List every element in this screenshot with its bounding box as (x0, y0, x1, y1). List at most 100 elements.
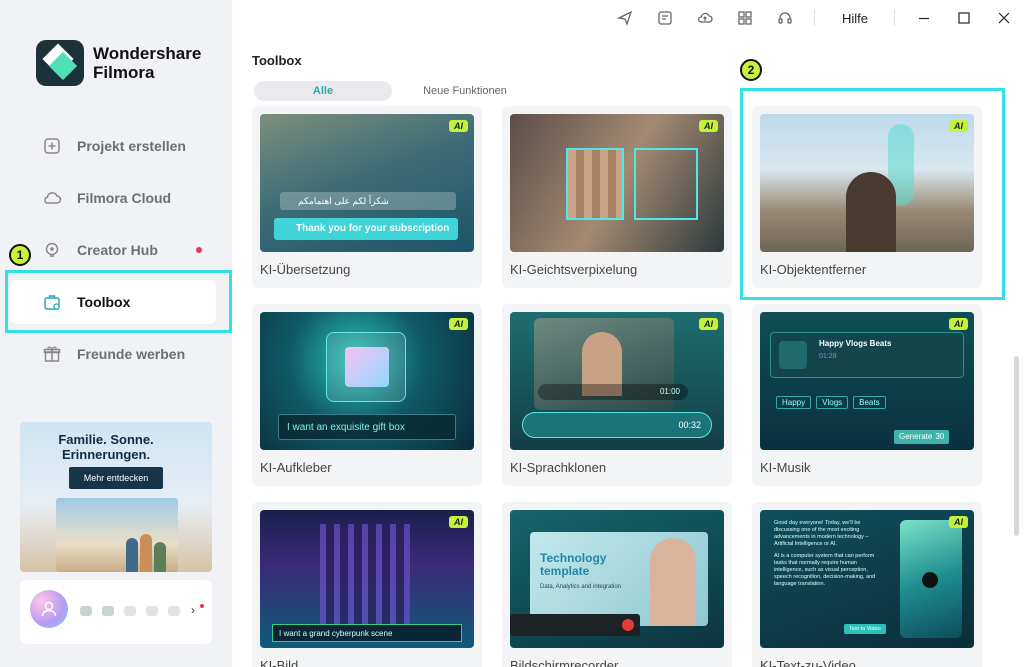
tool-card-ki-text-zu-video[interactable]: Good day everyone! Today, we'll be discu… (752, 502, 982, 667)
sidebar-item-label: Filmora Cloud (77, 190, 172, 206)
record-icon (622, 619, 634, 631)
ai-badge: AI (949, 318, 968, 330)
tool-card-ki-sprachklonen[interactable]: 01:00 00:32 AI KI-Sprachklonen (502, 304, 732, 486)
tool-card-label: KI-Text-zu-Video (760, 658, 856, 667)
ai-badge: AI (699, 318, 718, 330)
step-badge-1: 1 (9, 244, 31, 266)
plus-square-icon (42, 136, 62, 156)
filmora-logo-icon (36, 40, 84, 86)
tag: Happy (776, 396, 812, 409)
script-text: Good day everyone! Today, we'll be discu… (774, 520, 878, 588)
music-time: 01:28 (819, 353, 837, 360)
music-tags: Happy Vlogs Beats (776, 396, 886, 409)
step-badge-2: 2 (740, 59, 762, 81)
gift-box-sticker (326, 332, 406, 402)
page-title: Toolbox (252, 53, 302, 68)
ai-badge: AI (449, 120, 468, 132)
face-frame (634, 148, 698, 220)
close-icon[interactable] (996, 10, 1012, 26)
cyberpunk-city (320, 524, 410, 624)
tool-card-label: KI-Bild (260, 658, 299, 667)
tool-thumbnail: AI (510, 114, 724, 252)
sidebar-item-creator-hub[interactable]: Creator Hub (10, 228, 216, 272)
ai-badge: AI (449, 516, 468, 528)
tool-card-ki-gesichtsverpixelung[interactable]: AI KI-Geichtsverpixelung (502, 106, 732, 288)
member-badge-icon (102, 606, 114, 616)
thumb-prompt: I want an exquisite gift box (278, 414, 456, 440)
logo-line1: Wondershare (93, 44, 202, 63)
top-bar: Hilfe (232, 0, 1024, 36)
thumb-caption: Thank you for your subscription (274, 218, 458, 240)
tool-card-ki-bild[interactable]: I want a grand cyberpunk scene AI KI-Bil… (252, 502, 482, 667)
play-icon (922, 572, 938, 588)
main-panel: Hilfe Toolbox Alle Neue Funktionen شكراً… (232, 0, 1024, 667)
maximize-icon[interactable] (956, 10, 972, 26)
grid-icon[interactable] (737, 10, 753, 26)
tool-thumbnail: I want a grand cyberpunk scene AI (260, 510, 474, 648)
tool-card-label: Bildschirmrecorder (510, 658, 619, 667)
tool-card-bildschirmrecorder[interactable]: Technology template Data, Analytics and … (502, 502, 732, 667)
script-paragraph-2: AI is a computer system that can perform… (774, 553, 876, 587)
tool-thumbnail: Technology template Data, Analytics and … (510, 510, 724, 648)
tool-card-label: KI-Übersetzung (260, 262, 351, 277)
sidebar-item-label: Freunde werben (77, 346, 186, 362)
thumb-prompt: I want a grand cyberpunk scene (272, 624, 462, 642)
tool-card-label: KI-Geichtsverpixelung (510, 262, 638, 277)
headset-icon[interactable] (777, 10, 793, 26)
waveform-time-1: 01:00 (538, 384, 688, 400)
tool-card-label: KI-Musik (760, 460, 811, 475)
tool-thumbnail: Happy Vlogs Beats 01:28 Happy Vlogs Beat… (760, 312, 974, 450)
sidebar-item-projekt-erstellen[interactable]: Projekt erstellen (10, 124, 216, 168)
tool-card-ki-uebersetzung[interactable]: شكراً لكم على اهتمامكم Thank you for you… (252, 106, 482, 288)
pixelated-face (566, 148, 624, 220)
presenter (650, 538, 696, 626)
sidebar-item-label: Creator Hub (77, 242, 158, 258)
tool-card-ki-aufkleber[interactable]: I want an exquisite gift box AI KI-Aufkl… (252, 304, 482, 486)
member-badge-icon (124, 606, 136, 616)
tool-card-ki-musik[interactable]: Happy Vlogs Beats 01:28 Happy Vlogs Beat… (752, 304, 982, 486)
app-logo[interactable]: Wondershare Filmora (36, 40, 201, 86)
slide-subtitle: Data, Analytics and integration (540, 584, 622, 590)
tool-thumbnail: شكراً لكم على اهتمامكم Thank you for you… (260, 114, 474, 252)
bulb-icon (42, 240, 62, 260)
ai-badge: AI (949, 516, 968, 528)
ai-badge: AI (449, 318, 468, 330)
cloud-upload-icon[interactable] (697, 10, 713, 26)
tab-neue-funktionen[interactable]: Neue Funktionen (402, 81, 528, 101)
send-icon[interactable] (616, 10, 633, 26)
ai-badge: AI (699, 120, 718, 132)
promo-button[interactable]: Mehr entdecken (69, 467, 163, 489)
minimize-icon[interactable] (916, 10, 932, 26)
slide-title-line2: template (540, 564, 590, 578)
scrollbar[interactable] (1014, 356, 1019, 536)
gift-icon (42, 344, 62, 364)
waveform-time-2: 00:32 (522, 412, 712, 438)
avatar[interactable] (30, 590, 68, 628)
help-menu[interactable]: Hilfe (842, 11, 868, 26)
divider (814, 10, 815, 26)
sidebar-item-freunde-werben[interactable]: Freunde werben (10, 332, 216, 376)
music-title: Happy Vlogs Beats (819, 339, 892, 348)
highlight-objektentferner (740, 88, 1005, 300)
recorder-controls (510, 614, 640, 636)
tag: Vlogs (816, 396, 849, 409)
promo-title-line1: Familie. Sonne. (58, 432, 154, 447)
tool-thumbnail: I want an exquisite gift box AI (260, 312, 474, 450)
promo-banner[interactable]: Familie. Sonne. Erinnerungen. Mehr entde… (20, 422, 212, 572)
music-player: Happy Vlogs Beats 01:28 (770, 332, 964, 378)
highlight-toolbox (5, 270, 232, 333)
checklist-icon[interactable] (657, 10, 673, 26)
tool-card-label: KI-Aufkleber (260, 460, 332, 475)
chevron-right-icon[interactable]: › (191, 603, 195, 617)
sidebar: Wondershare Filmora Projekt erstellen Fi… (0, 0, 232, 667)
tool-thumbnail: Good day everyone! Today, we'll be discu… (760, 510, 974, 648)
promo-family-photo (56, 498, 178, 572)
video-preview (900, 520, 962, 638)
user-card[interactable]: › (20, 580, 212, 644)
tab-alle[interactable]: Alle (254, 81, 392, 101)
script-paragraph-1: Good day everyone! Today, we'll be discu… (774, 520, 869, 547)
sidebar-item-filmora-cloud[interactable]: Filmora Cloud (10, 176, 216, 220)
member-badge-icon (80, 606, 92, 616)
generate-button: Generate 30 (894, 430, 950, 444)
promo-title-line2: Erinnerungen. (61, 447, 151, 462)
